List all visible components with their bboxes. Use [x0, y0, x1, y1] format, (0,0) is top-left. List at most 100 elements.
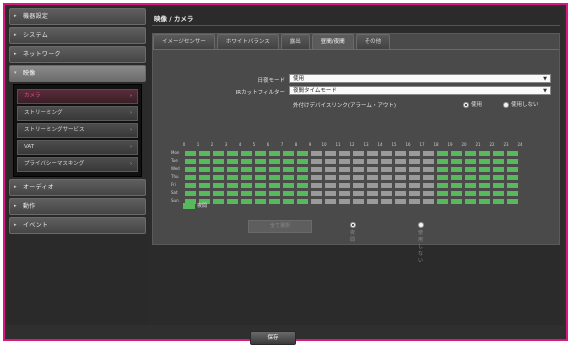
- schedule-cell[interactable]: [408, 182, 421, 189]
- schedule-cell[interactable]: [492, 166, 505, 173]
- schedule-cell[interactable]: [492, 182, 505, 189]
- schedule-cell[interactable]: [436, 150, 449, 157]
- schedule-cell[interactable]: [268, 166, 281, 173]
- schedule-cell[interactable]: [268, 182, 281, 189]
- schedule-cell[interactable]: [198, 174, 211, 181]
- schedule-cell[interactable]: [464, 158, 477, 165]
- sidebar-item-system[interactable]: ▸ システム: [9, 27, 146, 44]
- schedule-cell[interactable]: [226, 198, 239, 205]
- schedule-cell[interactable]: [310, 182, 323, 189]
- schedule-cell[interactable]: [394, 150, 407, 157]
- schedule-cell[interactable]: [380, 174, 393, 181]
- schedule-cell[interactable]: [464, 174, 477, 181]
- night-option[interactable]: 夜間: [350, 222, 358, 243]
- schedule-cell[interactable]: [226, 150, 239, 157]
- schedule-cell[interactable]: [212, 150, 225, 157]
- schedule-cell[interactable]: [240, 198, 253, 205]
- schedule-cell[interactable]: [506, 150, 519, 157]
- schedule-cell[interactable]: [324, 190, 337, 197]
- schedule-cell[interactable]: [184, 158, 197, 165]
- schedule-cell[interactable]: [436, 198, 449, 205]
- radio-off-icon[interactable]: [418, 222, 424, 228]
- schedule-grid[interactable]: [184, 150, 520, 207]
- schedule-cell[interactable]: [240, 174, 253, 181]
- schedule-cell[interactable]: [198, 190, 211, 197]
- schedule-cell[interactable]: [492, 198, 505, 205]
- schedule-cell[interactable]: [296, 150, 309, 157]
- submenu-item-camera[interactable]: カメラ ›: [17, 89, 138, 104]
- sidebar-item-event[interactable]: ▸ イベント: [9, 217, 146, 234]
- tab-other[interactable]: その他: [355, 34, 391, 49]
- schedule-cell[interactable]: [366, 174, 379, 181]
- schedule-cell[interactable]: [324, 166, 337, 173]
- schedule-cell[interactable]: [268, 190, 281, 197]
- schedule-cell[interactable]: [198, 182, 211, 189]
- schedule-cell[interactable]: [492, 150, 505, 157]
- schedule-cell[interactable]: [352, 166, 365, 173]
- tab-white-balance[interactable]: ホワイトバランス: [216, 34, 279, 49]
- schedule-cell[interactable]: [212, 198, 225, 205]
- sidebar-item-network[interactable]: ▸ ネットワーク: [9, 46, 146, 63]
- tab-image-sensor[interactable]: イメージセンサー: [153, 34, 215, 49]
- select-all-button[interactable]: 全て選択: [248, 220, 312, 233]
- schedule-cell[interactable]: [324, 198, 337, 205]
- schedule-cell[interactable]: [422, 174, 435, 181]
- schedule-cell[interactable]: [324, 182, 337, 189]
- schedule-cell[interactable]: [254, 190, 267, 197]
- schedule-cell[interactable]: [254, 182, 267, 189]
- external-device-use-option[interactable]: 使用: [463, 100, 482, 108]
- schedule-cell[interactable]: [380, 166, 393, 173]
- schedule-cell[interactable]: [366, 198, 379, 205]
- schedule-cell[interactable]: [212, 166, 225, 173]
- schedule-cell[interactable]: [198, 166, 211, 173]
- schedule-cell[interactable]: [282, 150, 295, 157]
- tab-day-night[interactable]: 昼間/夜間: [311, 34, 354, 49]
- schedule-cell[interactable]: [198, 158, 211, 165]
- schedule-cell[interactable]: [296, 198, 309, 205]
- schedule-cell[interactable]: [352, 190, 365, 197]
- save-button[interactable]: 保存: [250, 331, 296, 345]
- submenu-item-privacy-masking[interactable]: プライバシーマスキング ›: [17, 157, 138, 172]
- schedule-cell[interactable]: [310, 158, 323, 165]
- schedule-cell[interactable]: [464, 166, 477, 173]
- schedule-cell[interactable]: [478, 166, 491, 173]
- schedule-cell[interactable]: [464, 182, 477, 189]
- sidebar-item-video[interactable]: ▾ 映像: [9, 65, 146, 82]
- schedule-cell[interactable]: [352, 174, 365, 181]
- schedule-cell[interactable]: [324, 150, 337, 157]
- schedule-cell[interactable]: [492, 174, 505, 181]
- schedule-cell[interactable]: [240, 190, 253, 197]
- schedule-cell[interactable]: [422, 182, 435, 189]
- schedule-cell[interactable]: [324, 158, 337, 165]
- schedule-cell[interactable]: [394, 158, 407, 165]
- schedule-cell[interactable]: [422, 198, 435, 205]
- schedule-cell[interactable]: [408, 198, 421, 205]
- schedule-cell[interactable]: [282, 182, 295, 189]
- schedule-cell[interactable]: [478, 174, 491, 181]
- schedule-cell[interactable]: [506, 174, 519, 181]
- schedule-cell[interactable]: [380, 182, 393, 189]
- schedule-cell[interactable]: [366, 158, 379, 165]
- schedule-cell[interactable]: [268, 174, 281, 181]
- schedule-cell[interactable]: [352, 182, 365, 189]
- schedule-cell[interactable]: [254, 166, 267, 173]
- schedule-cell[interactable]: [310, 198, 323, 205]
- schedule-cell[interactable]: [282, 190, 295, 197]
- schedule-cell[interactable]: [394, 198, 407, 205]
- submenu-item-streaming-service[interactable]: ストリーミングサービス ›: [17, 123, 138, 138]
- schedule-cell[interactable]: [394, 190, 407, 197]
- schedule-cell[interactable]: [478, 150, 491, 157]
- schedule-cell[interactable]: [184, 190, 197, 197]
- schedule-cell[interactable]: [464, 190, 477, 197]
- schedule-cell[interactable]: [478, 198, 491, 205]
- schedule-cell[interactable]: [394, 174, 407, 181]
- schedule-cell[interactable]: [226, 158, 239, 165]
- schedule-cell[interactable]: [296, 158, 309, 165]
- schedule-cell[interactable]: [198, 150, 211, 157]
- schedule-cell[interactable]: [366, 190, 379, 197]
- schedule-cell[interactable]: [352, 198, 365, 205]
- schedule-cell[interactable]: [338, 166, 351, 173]
- schedule-cell[interactable]: [338, 182, 351, 189]
- schedule-cell[interactable]: [366, 150, 379, 157]
- schedule-cell[interactable]: [310, 150, 323, 157]
